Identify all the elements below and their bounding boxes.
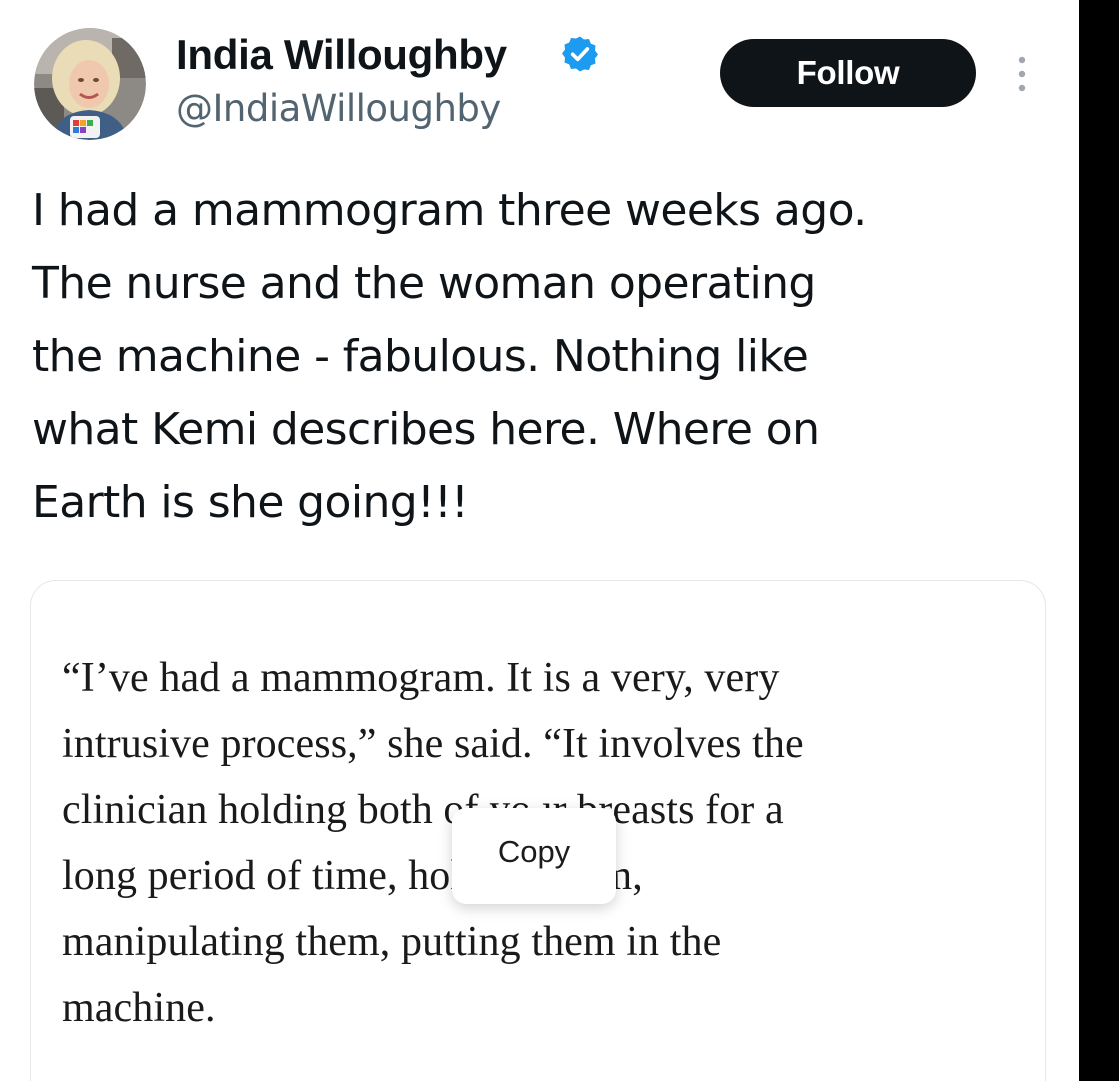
tweet-line: what Kemi describes here. Where on — [32, 404, 820, 455]
more-vertical-icon[interactable] — [1010, 52, 1034, 96]
screen-edge — [1079, 0, 1119, 1081]
quote-line: machine. — [62, 985, 216, 1031]
verified-badge-icon — [562, 36, 598, 72]
tweet-line: Earth is she going!!! — [32, 477, 469, 528]
tweet-line: I had a mammogram three weeks ago. — [32, 185, 867, 236]
tweet-line: The nurse and the woman operating — [32, 258, 816, 309]
copy-button[interactable]: Copy — [452, 830, 616, 874]
tweet-line: the machine - fabulous. Nothing like — [32, 331, 809, 382]
follow-button[interactable]: Follow — [720, 39, 976, 107]
quote-line: manipulating them, putting them in the — [62, 919, 722, 965]
author-name[interactable]: India Willoughby — [176, 30, 507, 80]
profile-photo — [34, 28, 146, 140]
quote-line: “I’ve had a mammogram. It is a very, ver… — [62, 655, 780, 701]
tweet-screenshot: India Willoughby @IndiaWilloughby Follow… — [0, 0, 1119, 1081]
author-handle[interactable]: @IndiaWilloughby — [176, 86, 501, 132]
avatar[interactable] — [34, 28, 146, 140]
quote-line: intrusive process,” she said. “It involv… — [62, 721, 804, 767]
tweet-text: I had a mammogram three weeks ago. The n… — [32, 174, 1062, 539]
